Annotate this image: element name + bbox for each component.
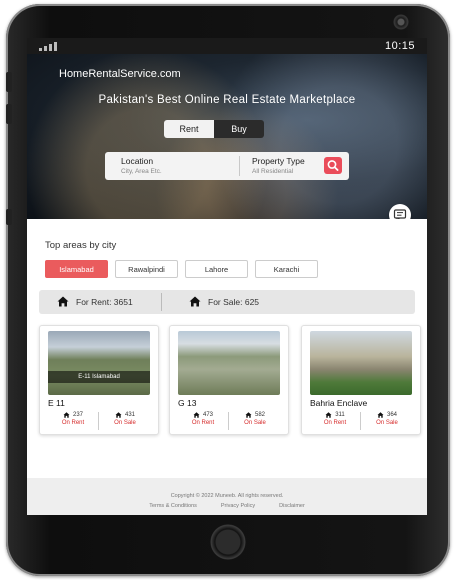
tab-rent[interactable]: Rent <box>164 120 214 138</box>
city-chip-lahore[interactable]: Lahore <box>185 260 248 278</box>
top-areas-heading: Top areas by city <box>45 240 117 251</box>
home-icon <box>325 412 332 418</box>
status-bar: 10:15 <box>27 38 427 54</box>
on-rent-label: On Rent <box>61 420 85 426</box>
brand-logo[interactable]: HomeRentalService.com <box>59 68 181 80</box>
sale-count: 582 On Sale <box>235 412 275 426</box>
area-name: Bahria Enclave <box>310 398 368 408</box>
on-rent-label: On Rent <box>191 420 215 426</box>
search-divider <box>239 156 240 176</box>
on-sale-label: On Sale <box>376 420 398 426</box>
hero-tagline: Pakistan's Best Online Real Estate Marke… <box>98 94 356 106</box>
tab-buy[interactable]: Buy <box>214 120 264 138</box>
on-sale-label: On Sale <box>114 420 136 426</box>
area-image <box>310 331 412 395</box>
area-name: E 11 <box>48 398 65 408</box>
for-sale-label: For Sale: 625 <box>208 296 260 307</box>
location-label: Location <box>121 156 154 166</box>
footer-links: Terms & Conditions Privacy Policy Discla… <box>27 503 427 509</box>
area-card-g13[interactable]: G 13 473 On Rent 582 On Sale <box>169 325 289 435</box>
search-bar: Location City, Area Etc. Property Type A… <box>105 152 349 180</box>
property-type-label: Property Type <box>252 156 305 166</box>
city-chip-karachi[interactable]: Karachi <box>255 260 318 278</box>
on-sale-label: On Sale <box>244 420 266 426</box>
footer: Copyright © 2022 Muneeb. All rights rese… <box>27 478 427 515</box>
disclaimer-link[interactable]: Disclaimer <box>279 503 305 509</box>
area-card-e11[interactable]: E-11 Islamabad E 11 237 On Rent 431 On S… <box>39 325 159 435</box>
location-placeholder: City, Area Etc. <box>121 168 162 175</box>
counts-divider <box>360 412 361 430</box>
home-icon <box>377 412 384 418</box>
status-time: 10:15 <box>384 40 415 52</box>
counts-divider <box>228 412 229 430</box>
sale-count: 431 On Sale <box>105 412 145 426</box>
signal-icon <box>39 42 57 51</box>
city-chip-rawalpindi[interactable]: Rawalpindi <box>115 260 178 278</box>
listing-stats: For Rent: 3651 For Sale: 625 <box>39 290 415 314</box>
volume-button <box>6 104 12 124</box>
location-field[interactable]: Location City, Area Etc. <box>121 156 162 175</box>
home-icon <box>189 296 201 307</box>
rent-count: 473 On Rent <box>183 412 223 426</box>
property-type-value: All Residential <box>252 168 294 175</box>
area-image <box>178 331 280 395</box>
screen: 10:15 HomeRentalService.com Pakistan's B… <box>27 38 427 515</box>
home-icon <box>63 412 70 418</box>
privacy-link[interactable]: Privacy Policy <box>221 503 255 509</box>
home-icon <box>245 412 252 418</box>
area-counts: 311 On Rent 364 On Sale <box>310 412 412 432</box>
volume-button <box>6 72 12 92</box>
rent-buy-toggle: Rent Buy <box>164 120 264 138</box>
rent-count: 237 On Rent <box>53 412 93 426</box>
city-chip-islamabad[interactable]: Islamabad <box>45 260 108 278</box>
area-image-caption: E-11 Islamabad <box>48 371 150 383</box>
area-counts: 237 On Rent 431 On Sale <box>48 412 150 432</box>
for-rent-stat[interactable]: For Rent: 3651 <box>57 296 133 307</box>
area-card-bahria-enclave[interactable]: Bahria Enclave 311 On Rent 364 On Sale <box>301 325 421 435</box>
chat-button[interactable] <box>389 204 411 219</box>
home-icon <box>115 412 122 418</box>
chat-icon <box>393 209 407 219</box>
hero-banner: HomeRentalService.com Pakistan's Best On… <box>27 54 427 219</box>
sale-count: 364 On Sale <box>367 412 407 426</box>
area-counts: 473 On Rent 582 On Sale <box>178 412 280 432</box>
search-icon <box>327 160 339 171</box>
home-icon <box>57 296 69 307</box>
rent-count: 311 On Rent <box>315 412 355 426</box>
for-rent-label: For Rent: 3651 <box>76 296 133 307</box>
camera-icon <box>393 14 409 30</box>
for-sale-stat[interactable]: For Sale: 625 <box>189 296 259 307</box>
on-rent-label: On Rent <box>323 420 347 426</box>
terms-link[interactable]: Terms & Conditions <box>149 503 197 509</box>
counts-divider <box>98 412 99 430</box>
power-button <box>6 209 12 225</box>
home-icon <box>193 412 200 418</box>
search-button[interactable] <box>324 157 342 174</box>
area-name: G 13 <box>178 398 197 408</box>
property-type-select[interactable]: Property Type All Residential <box>252 156 305 175</box>
copyright-text: Copyright © 2022 Muneeb. All rights rese… <box>170 493 284 499</box>
area-image: E-11 Islamabad <box>48 331 150 395</box>
home-button[interactable] <box>210 524 246 560</box>
stats-divider <box>161 293 162 311</box>
